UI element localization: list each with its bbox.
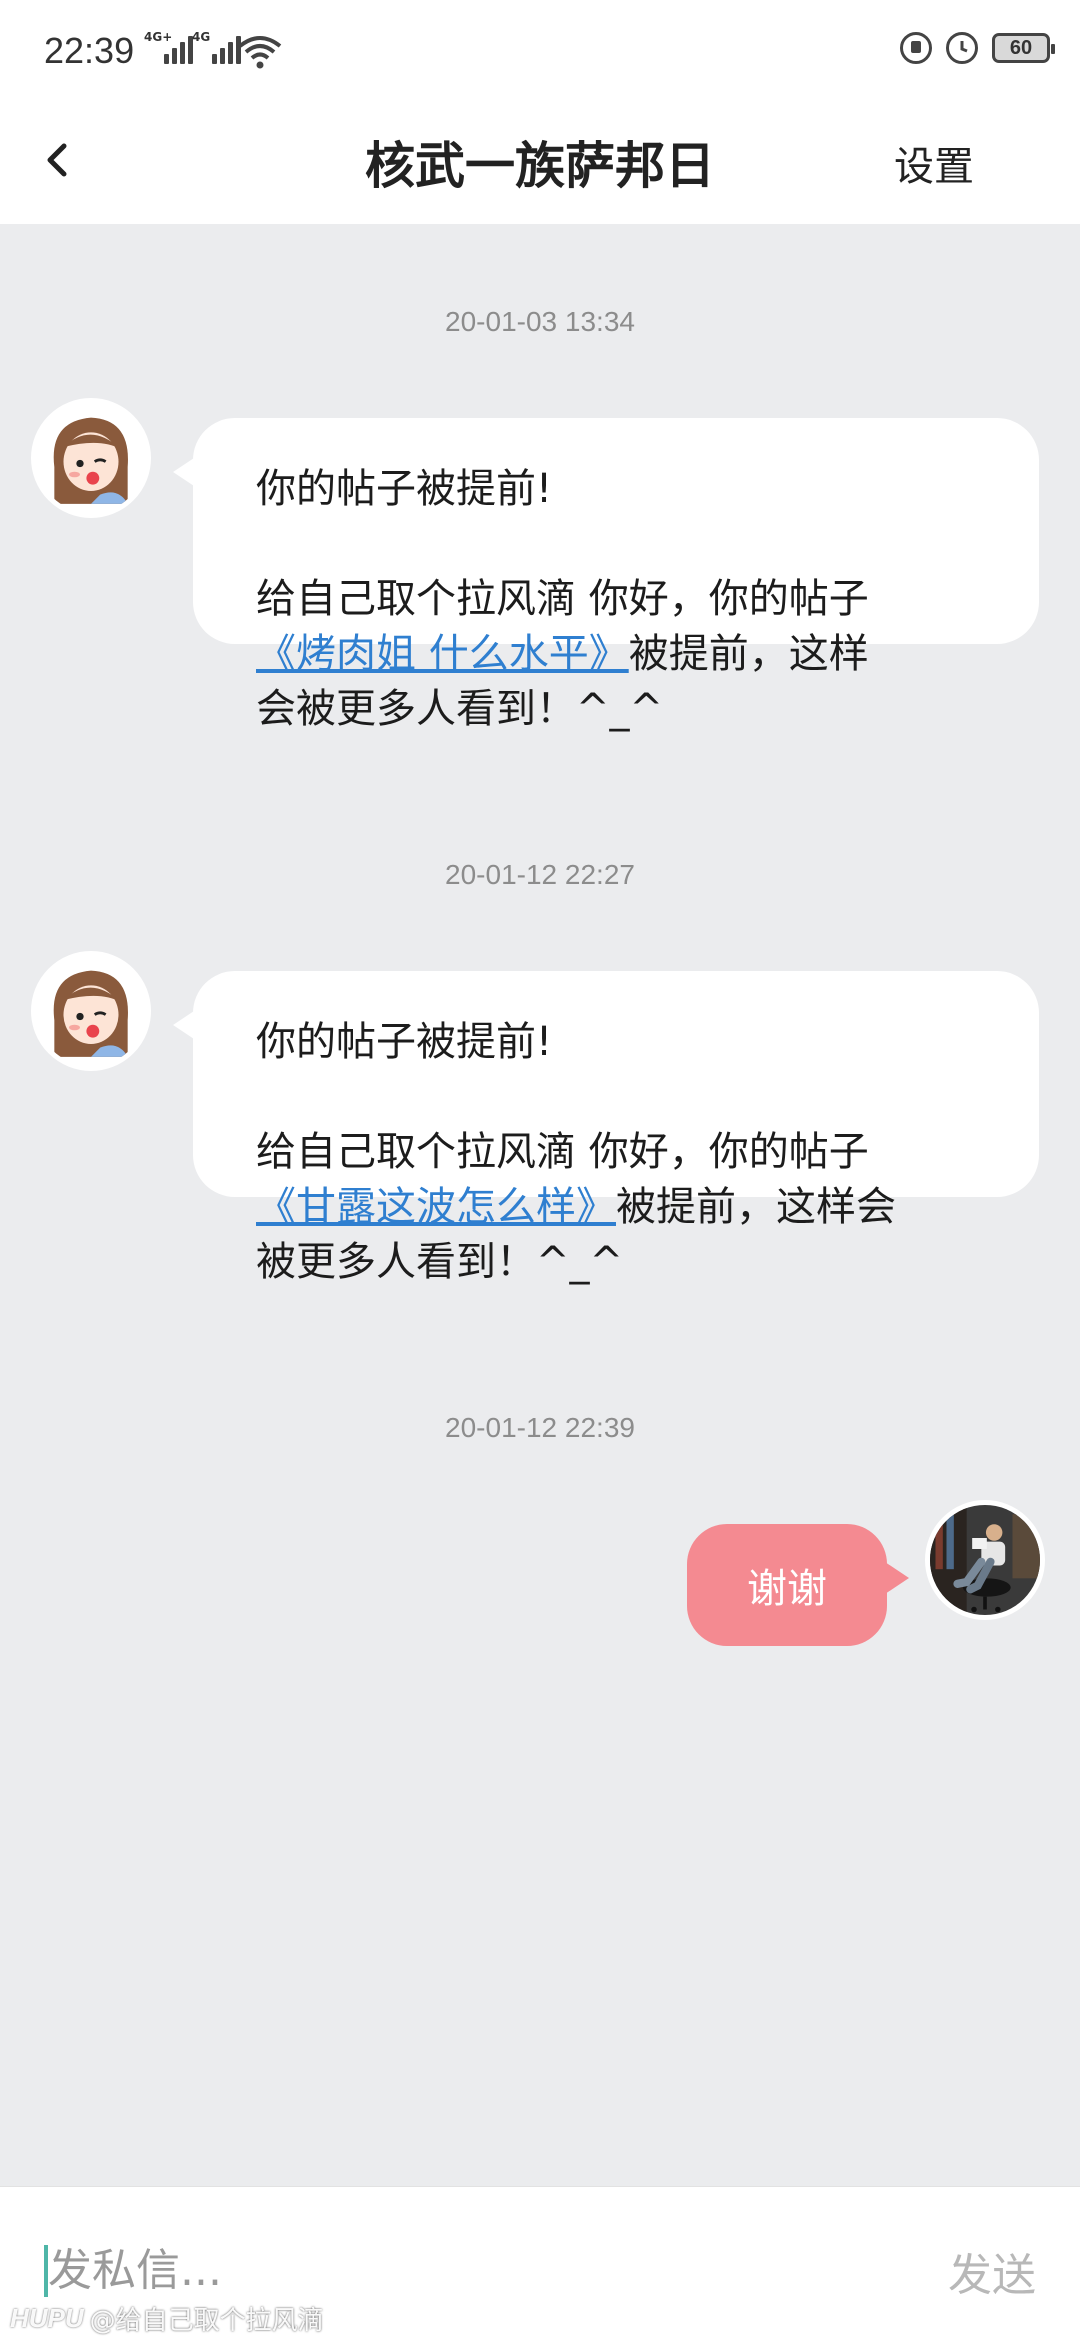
avatar-photo-icon [930,1505,1040,1615]
message-timestamp: 20-01-12 22:27 [445,859,635,890]
message-timestamp: 20-01-12 22:39 [445,1412,635,1443]
message-text: 《烤肉姐 什么水平》被提前，这样 [256,631,869,677]
avatar-girl-icon [36,403,146,513]
alarm-icon [946,32,978,64]
signal-icon: 4G [192,30,241,64]
message-text: 给自己取个拉风滴 你好，你的帖子 [256,576,869,622]
message-text: 《甘露这波怎么样》被提前，这样会 [256,1184,896,1230]
signal-icon: 4G+ [144,30,193,64]
message-bubble[interactable]: 你的帖子被提前! 给自己取个拉风滴 你好，你的帖子 《甘露这波怎么样》被提前，这… [173,971,1039,1285]
chat-header: 核武一族萨邦日 设置 [0,104,1080,224]
message-text: 被更多人看到！^_^ [256,1239,624,1285]
wifi-icon [238,36,282,69]
message-text: 给自己取个拉风滴 你好，你的帖子 [256,1129,869,1175]
message-input[interactable] [48,2237,868,2303]
hupu-logo: HUPU [10,2303,84,2333]
message-text: 会被更多人看到！^_^ [256,686,664,732]
watermark: HUPU @给自己取个拉风滴 [10,2300,324,2337]
avatar[interactable] [31,951,151,1071]
send-button[interactable]: 发送 [948,2239,1036,2303]
post-link[interactable]: 《烤肉姐 什么水平》 [256,631,629,677]
message-timestamp: 20-01-03 13:34 [445,306,635,337]
watermark-text: @给自己取个拉风滴 [89,2306,324,2336]
lock-rotation-icon [900,32,932,64]
post-link[interactable]: 《甘露这波怎么样》 [256,1184,616,1230]
avatar[interactable] [31,398,151,518]
battery-icon: 60 [992,33,1055,63]
message-list[interactable]: 20-01-03 13:34 你的帖子被提前! 给自己取个拉风滴 你好，你的帖子… [0,224,1080,2186]
my-avatar[interactable] [925,1500,1045,1620]
message-bubble[interactable]: 你的帖子被提前! 给自己取个拉风滴 你好，你的帖子 《烤肉姐 什么水平》被提前，… [173,418,1039,732]
settings-button[interactable]: 设置 [894,134,974,192]
message-title: 你的帖子被提前! [256,1019,553,1065]
message-title: 你的帖子被提前! [256,466,553,512]
status-time: 22:39 [44,30,135,71]
avatar-girl-icon [36,956,146,1066]
my-message-bubble[interactable]: 谢谢 [687,1524,909,1646]
status-bar: 22:39 4G+ 4G 60 [0,0,1080,104]
